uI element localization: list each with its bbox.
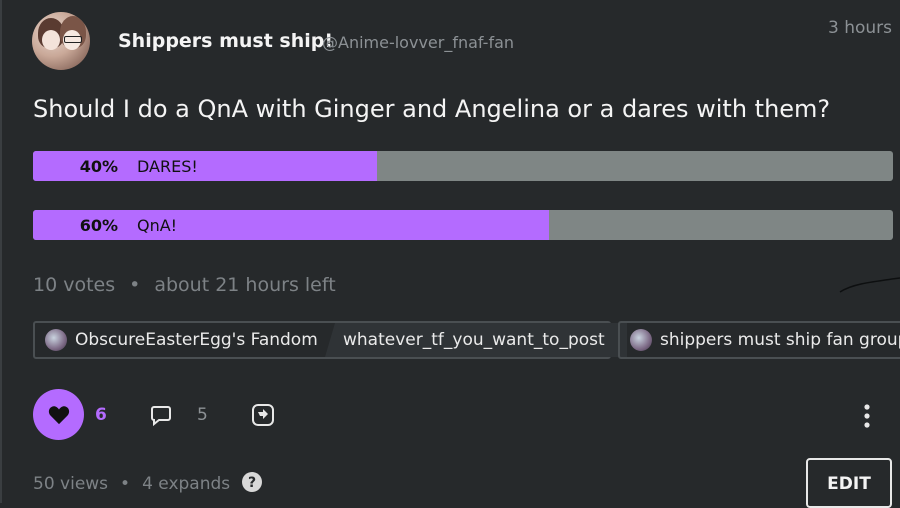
tag-group-fandom: ObscureEasterEgg's Fandom whatever_tf_yo…	[33, 321, 627, 359]
view-count: 50 views	[33, 474, 109, 494]
vote-count: 10 votes	[33, 274, 116, 296]
tag-whatever[interactable]: whatever_tf_you_want_to_post	[325, 323, 627, 357]
tag-list: ObscureEasterEgg's Fandom whatever_tf_yo…	[33, 321, 900, 361]
scribble-mark	[839, 277, 900, 293]
separator-dot: •	[120, 474, 131, 494]
poll-meta: 10 votes • about 21 hours left	[33, 274, 336, 296]
separator-dot: •	[129, 274, 141, 296]
poll-question: Should I do a QnA with Ginger and Angeli…	[33, 95, 831, 123]
like-button[interactable]	[33, 389, 84, 440]
tag-group-community: shippers must ship fan group	[618, 321, 900, 359]
left-border	[0, 0, 2, 503]
svg-text:?: ?	[248, 475, 256, 491]
comment-icon[interactable]	[149, 403, 173, 427]
reblog-icon[interactable]	[252, 404, 274, 426]
like-count: 6	[95, 405, 107, 425]
poll-option-qna[interactable]: 60% QnA!	[33, 210, 893, 240]
poll-percent: 40%	[79, 157, 118, 176]
comment-count: 5	[197, 405, 208, 425]
poll-option-dares[interactable]: 40% DARES!	[33, 151, 893, 181]
time-left: about 21 hours left	[154, 274, 336, 296]
tag-fandom[interactable]: ObscureEasterEgg's Fandom	[45, 323, 318, 357]
post-stats: 50 views • 4 expands ?	[33, 472, 262, 494]
author-handle[interactable]: @Anime-lovver_fnaf-fan	[322, 33, 514, 52]
poll-percent: 60%	[79, 216, 118, 235]
author-avatar[interactable]	[32, 12, 90, 70]
more-options-icon[interactable]	[859, 404, 875, 428]
help-icon[interactable]: ?	[241, 472, 262, 492]
post-time: 3 hours	[827, 18, 892, 38]
expand-count: 4 expands	[142, 474, 231, 494]
group-avatar-icon	[630, 329, 652, 351]
tag-shippers-group[interactable]: shippers must ship fan group	[630, 323, 900, 357]
author-name[interactable]: Shippers must ship!	[118, 30, 333, 52]
poll-option-label: QnA!	[137, 216, 178, 235]
poll-option-label: DARES!	[137, 157, 198, 176]
heart-icon	[48, 406, 70, 425]
edit-button[interactable]: EDIT	[806, 458, 892, 508]
fandom-avatar-icon	[45, 329, 67, 351]
